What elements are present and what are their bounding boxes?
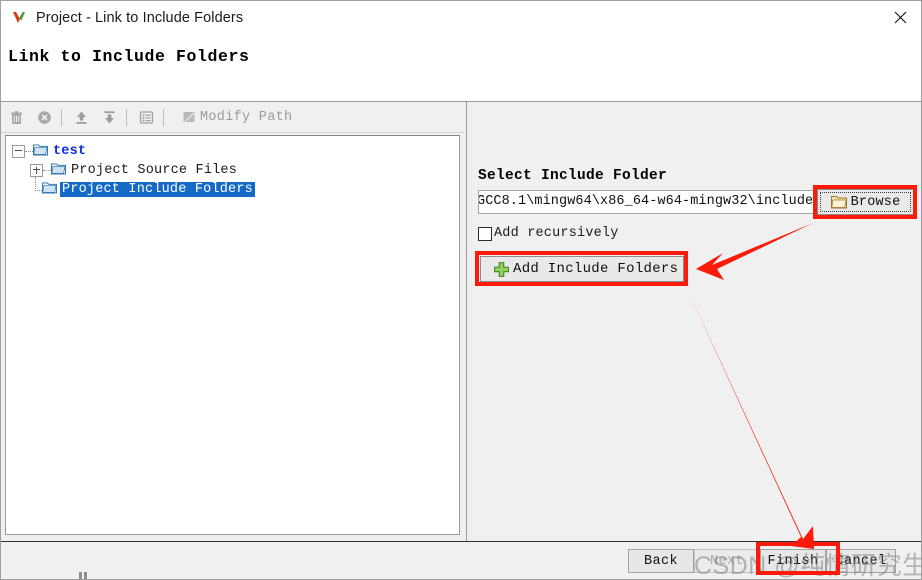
modify-path-button[interactable]: Modify Path xyxy=(178,104,295,130)
delete-icon[interactable] xyxy=(3,104,29,130)
include-folders-tree[interactable]: test Project Source Files Project Includ… xyxy=(5,135,460,535)
cancel-button[interactable]: Cancel xyxy=(826,549,896,573)
remove-icon[interactable] xyxy=(31,104,57,130)
modify-path-label: Modify Path xyxy=(200,109,293,125)
plus-green-icon xyxy=(493,261,510,278)
resize-grip[interactable] xyxy=(79,572,93,579)
folder-icon xyxy=(42,181,57,199)
toolbar-separator xyxy=(163,108,164,126)
dialog-banner: Link to Include Folders xyxy=(1,35,921,101)
focus-outline xyxy=(820,192,911,212)
right-panel: Select Include Folder GCC8.1\mingw64\x86… xyxy=(472,102,921,542)
move-down-icon[interactable] xyxy=(96,104,122,130)
dialog-content: Modify Path test Project Source Files Pr… xyxy=(1,101,921,542)
move-up-icon[interactable] xyxy=(68,104,94,130)
select-include-folder-label: Select Include Folder xyxy=(478,168,668,184)
next-button: Next xyxy=(694,549,760,573)
tree-item-label: Project Source Files xyxy=(71,163,238,178)
add-include-folders-button[interactable]: Add Include Folders xyxy=(480,256,684,282)
tree-item-label-selected: Project Include Folders xyxy=(60,182,255,197)
tree-connector xyxy=(25,150,33,153)
panel-splitter[interactable] xyxy=(464,102,472,542)
page-title: Link to Include Folders xyxy=(8,47,250,66)
tree-row[interactable]: test xyxy=(6,142,459,161)
finish-button[interactable]: Finish xyxy=(760,549,826,573)
add-recursively-checkbox[interactable] xyxy=(478,226,492,241)
tree-connector xyxy=(30,176,42,199)
include-folder-path-input[interactable]: GCC8.1\mingw64\x86_64-w64-mingw32\includ… xyxy=(478,190,814,214)
collapse-toggle-icon[interactable] xyxy=(12,145,25,158)
dialog-footer: Back Next Finish Cancel xyxy=(1,541,921,579)
add-recursively-label: Add recursively xyxy=(494,226,619,241)
add-include-folders-label: Add Include Folders xyxy=(513,261,679,277)
tree-item-label: test xyxy=(53,144,87,159)
title-bar: Project - Link to Include Folders xyxy=(1,1,921,35)
back-button[interactable]: Back xyxy=(628,549,694,573)
tree-connector xyxy=(43,169,51,172)
edit-pencil-icon xyxy=(181,109,197,125)
link-to-include-folders-dialog: Project - Link to Include Folders Link t… xyxy=(0,0,922,580)
tree-row[interactable]: Project Source Files xyxy=(6,161,459,180)
tree-toolbar: Modify Path xyxy=(1,102,464,133)
add-recursively-row[interactable]: Add recursively xyxy=(478,226,619,241)
v-logo-icon xyxy=(10,9,28,27)
toolbar-separator xyxy=(61,108,62,126)
close-button[interactable] xyxy=(877,1,921,34)
properties-icon[interactable] xyxy=(133,104,159,130)
expand-toggle-icon[interactable] xyxy=(30,164,43,177)
tree-row[interactable]: Project Include Folders xyxy=(6,176,459,199)
left-panel: Modify Path test Project Source Files Pr… xyxy=(1,102,464,542)
folder-icon xyxy=(51,162,66,180)
toolbar-separator xyxy=(126,108,127,126)
window-title: Project - Link to Include Folders xyxy=(36,10,244,26)
folder-icon xyxy=(33,143,48,161)
browse-button[interactable]: Browse xyxy=(815,187,916,217)
